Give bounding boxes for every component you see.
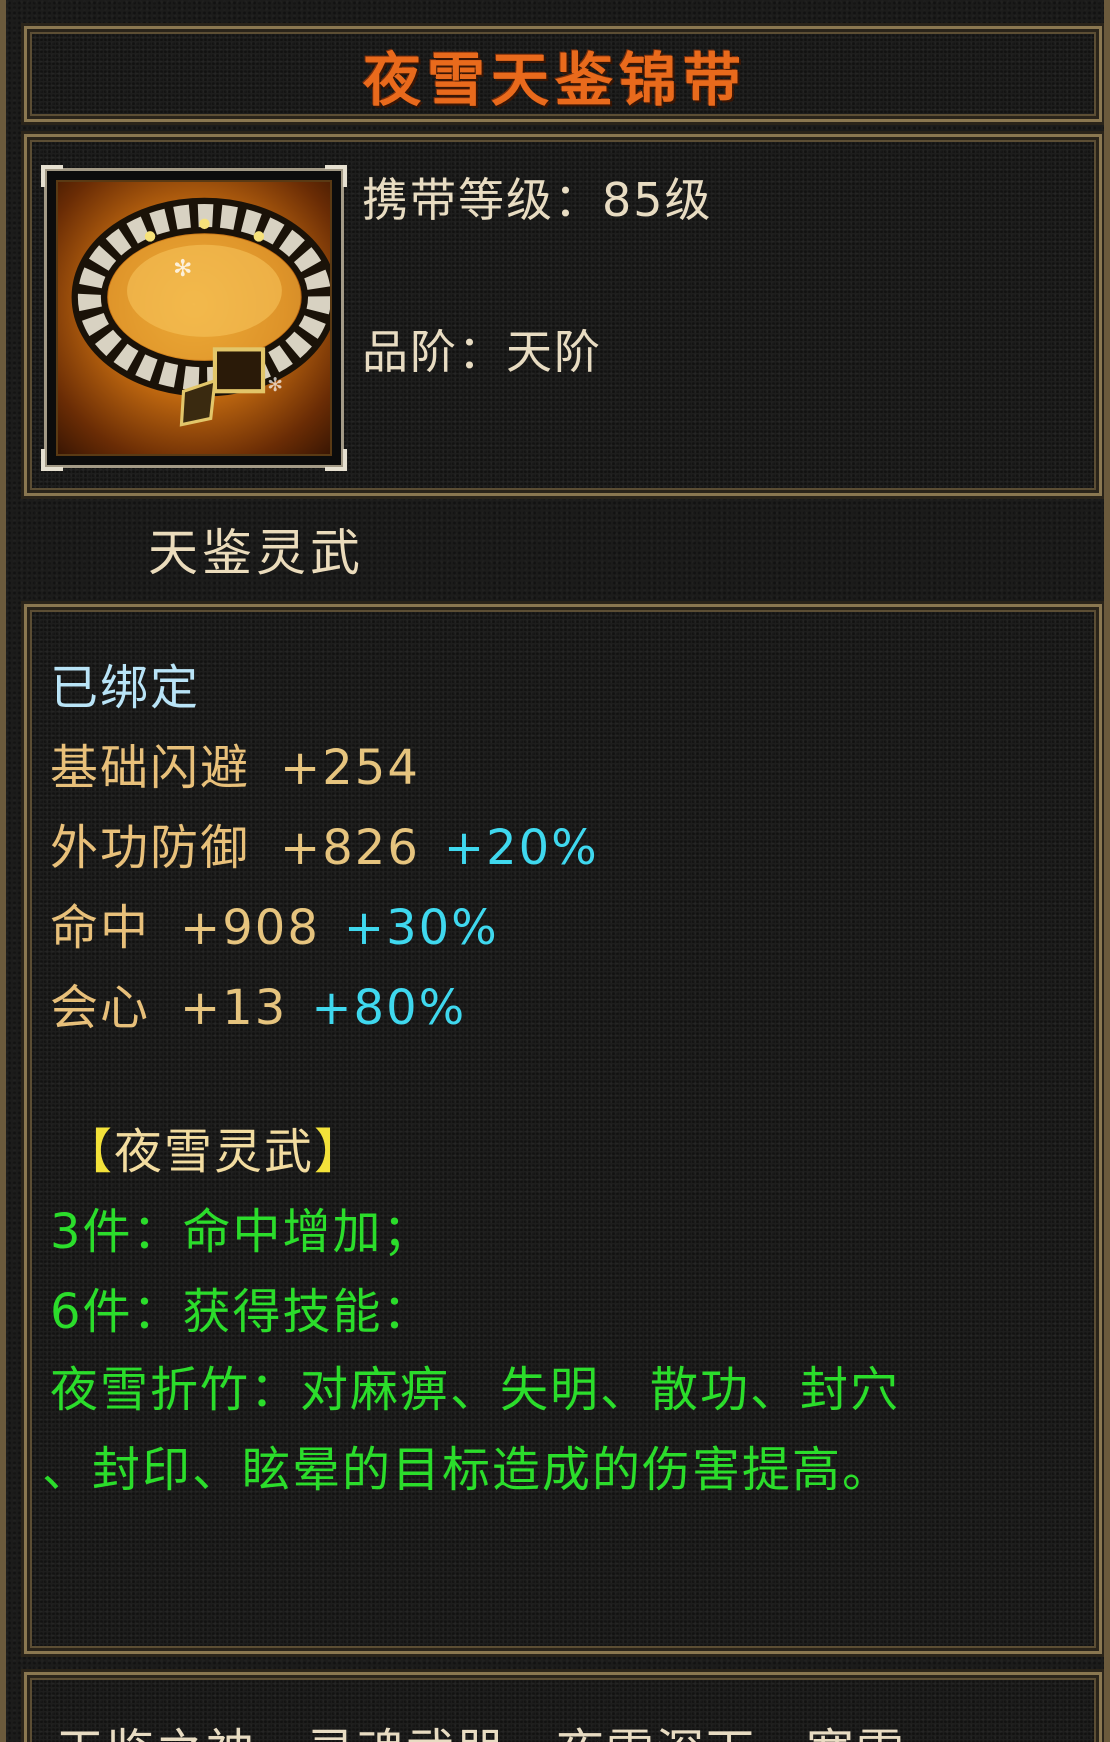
stat-name: 基础闪避 — [50, 740, 251, 796]
stat-bonus: +80% — [311, 980, 467, 1036]
stat-row: 命中 +908 +30% — [50, 896, 499, 960]
set-name: 夜雪灵武 — [114, 1124, 315, 1180]
stat-row: 会心 +13 +80% — [50, 976, 466, 1040]
set-bonus-3: 3件：命中增加； — [50, 1204, 433, 1260]
stat-value: +908 — [180, 900, 320, 956]
stat-name: 会心 — [50, 980, 151, 1036]
set-close-bracket: 】 — [314, 1124, 365, 1180]
frame-corner — [41, 165, 63, 187]
item-category: 天鉴灵武 — [148, 524, 364, 582]
stat-bonus: +30% — [343, 900, 499, 956]
item-grade-value: 天阶 — [506, 325, 602, 379]
frame-corner — [41, 449, 63, 471]
stat-value: +254 — [280, 740, 420, 796]
set-skill-line: 夜雪折竹：对麻痹、失明、散功、封穴 — [50, 1362, 901, 1418]
item-description: 天鉴之神，灵魂武器，夜雪深下，寒雪 — [56, 1712, 906, 1742]
item-tooltip: 夜雪天鉴锦带 ✻ ✻ 携带等级：85级 品阶：天阶 天鉴灵武 已绑定 基础闪避 … — [0, 0, 1110, 1742]
stat-row: 基础闪避 +254 — [50, 736, 420, 800]
stat-name: 命中 — [50, 900, 151, 956]
carry-level: 携带等级：85级 — [362, 170, 713, 230]
stat-row: 外功防御 +826 +20% — [50, 816, 599, 880]
item-title: 夜雪天鉴锦带 — [362, 46, 747, 114]
svg-text:✻: ✻ — [173, 256, 192, 282]
carry-level-label: 携带等级： — [362, 173, 602, 227]
frame-corner — [325, 165, 347, 187]
item-icon-frame[interactable]: ✻ ✻ — [41, 165, 347, 471]
stat-value: +13 — [180, 980, 288, 1036]
set-bonus-6: 6件：获得技能： — [50, 1284, 433, 1340]
frame-corner — [325, 449, 347, 471]
stat-value: +826 — [280, 820, 420, 876]
stat-name: 外功防御 — [50, 820, 251, 876]
bound-status: 已绑定 — [50, 660, 201, 716]
stat-bonus: +20% — [443, 820, 599, 876]
set-open-bracket: 【 — [64, 1124, 115, 1180]
belt-icon-graphic: ✻ ✻ — [71, 197, 338, 427]
set-title: 【夜雪灵武】 — [64, 1120, 364, 1184]
item-grade-label: 品阶： — [362, 325, 506, 379]
carry-level-value: 85级 — [602, 173, 713, 227]
golden-belt-icon: ✻ ✻ — [56, 180, 338, 456]
set-skill-line: 、封印、眩晕的目标造成的伤害提高。 — [42, 1442, 893, 1498]
svg-text:✻: ✻ — [267, 375, 283, 396]
item-grade: 品阶：天阶 — [362, 322, 602, 382]
